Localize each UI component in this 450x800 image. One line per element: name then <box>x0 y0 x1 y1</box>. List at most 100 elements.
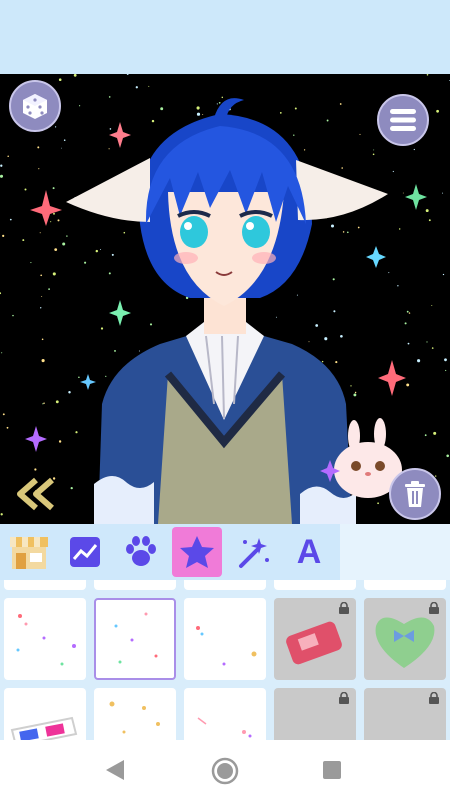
star-dot <box>84 261 87 264</box>
item-3d-glasses[interactable] <box>4 688 86 740</box>
star-dot <box>109 128 112 130</box>
item-cell[interactable] <box>94 580 176 590</box>
star-dot <box>149 323 153 326</box>
star-dot <box>48 288 50 290</box>
item-sparkle-effect[interactable] <box>184 598 266 680</box>
star-dot <box>426 341 428 343</box>
star-dot <box>428 219 431 222</box>
star-dot <box>40 274 43 277</box>
star-dot <box>359 133 361 135</box>
star-dot <box>41 338 44 341</box>
right-blush <box>252 252 276 264</box>
trash-icon <box>405 481 425 507</box>
star-dot <box>397 285 399 287</box>
star-dot <box>160 107 164 111</box>
star-dot <box>54 126 57 128</box>
item-locked[interactable] <box>364 688 446 740</box>
item-locked[interactable] <box>274 688 356 740</box>
star-dot <box>296 294 298 296</box>
sparkle-effect-preview <box>114 612 158 664</box>
right-animal-ear <box>296 160 388 221</box>
star-dot <box>42 403 44 405</box>
star-dot <box>342 231 345 233</box>
star-dot <box>123 231 126 234</box>
star-dot <box>55 400 59 404</box>
star-dot <box>341 167 344 169</box>
star-dot <box>357 226 360 229</box>
star-dot <box>426 74 429 76</box>
sparkle <box>109 122 131 148</box>
tab-magic[interactable] <box>228 527 278 577</box>
star-dot <box>406 383 410 387</box>
left-blush <box>174 252 198 264</box>
dice-icon <box>23 94 47 119</box>
category-tabs: A <box>0 524 450 580</box>
star-dot <box>2 234 5 237</box>
star-dot <box>126 74 129 75</box>
star-dot <box>431 305 433 306</box>
tab-background[interactable] <box>60 527 110 577</box>
star-dot <box>404 322 407 325</box>
star-dot <box>148 85 150 87</box>
item-cell[interactable] <box>4 580 86 590</box>
star-dot <box>354 391 357 394</box>
magic-wand-icon <box>239 538 269 568</box>
star-dot <box>335 361 338 364</box>
star-dot <box>57 219 60 222</box>
sparkle <box>366 246 386 268</box>
nav-recents-icon[interactable] <box>322 760 342 780</box>
system-nav-bar <box>0 740 450 800</box>
collapse-back-button[interactable] <box>12 474 58 514</box>
star-dot <box>108 96 111 98</box>
lock-icon <box>339 602 349 614</box>
star-dot <box>41 359 45 363</box>
tab-pets[interactable] <box>116 527 166 577</box>
star-dot <box>446 454 450 458</box>
item-cell[interactable] <box>184 580 266 590</box>
left-eye-shine <box>184 222 192 230</box>
3d-glasses-icon <box>10 716 78 740</box>
nav-home-icon[interactable] <box>210 756 240 786</box>
star-dot <box>52 272 56 276</box>
star-dot <box>68 390 71 394</box>
menu-button[interactable] <box>377 94 429 146</box>
tab-effects[interactable] <box>172 527 222 577</box>
star-dot <box>407 342 410 345</box>
item-sparkle-effect[interactable] <box>4 598 86 680</box>
star-dot <box>373 149 375 151</box>
star-dot <box>1 352 3 354</box>
star-dot <box>0 292 2 295</box>
star-dot <box>12 314 14 317</box>
item-sparkle-effect[interactable] <box>94 688 176 740</box>
landscape-icon <box>70 537 100 567</box>
delete-button[interactable] <box>389 468 441 520</box>
item-cell[interactable] <box>364 580 446 590</box>
tab-shop[interactable] <box>4 527 54 577</box>
item-cell[interactable] <box>274 580 356 590</box>
star-dot <box>38 168 40 170</box>
sparkle-effect-preview <box>196 626 257 666</box>
star-dot <box>58 78 62 81</box>
star-dot <box>9 218 12 221</box>
star-dot <box>73 74 77 77</box>
item-game-console-locked[interactable] <box>274 598 356 680</box>
shop-icon <box>10 537 48 569</box>
star-dot <box>52 187 55 190</box>
star-icon <box>180 536 214 568</box>
star-dot <box>79 105 81 107</box>
item-sparkle-effect-selected[interactable] <box>94 598 176 680</box>
star-dot <box>372 153 375 156</box>
star-dot <box>406 310 409 313</box>
star-dot <box>308 341 310 343</box>
star-dot <box>315 324 319 327</box>
random-dice-button[interactable] <box>9 80 61 132</box>
star-dot <box>95 249 99 253</box>
item-grid <box>0 580 450 740</box>
tab-text[interactable]: A <box>284 527 334 577</box>
item-heart-box-locked[interactable] <box>364 598 446 680</box>
star-dot <box>108 272 111 275</box>
star-dot <box>41 296 43 298</box>
item-sparkle-effect[interactable] <box>184 688 266 740</box>
nav-back-icon[interactable] <box>104 758 126 782</box>
star-dot <box>43 402 45 404</box>
